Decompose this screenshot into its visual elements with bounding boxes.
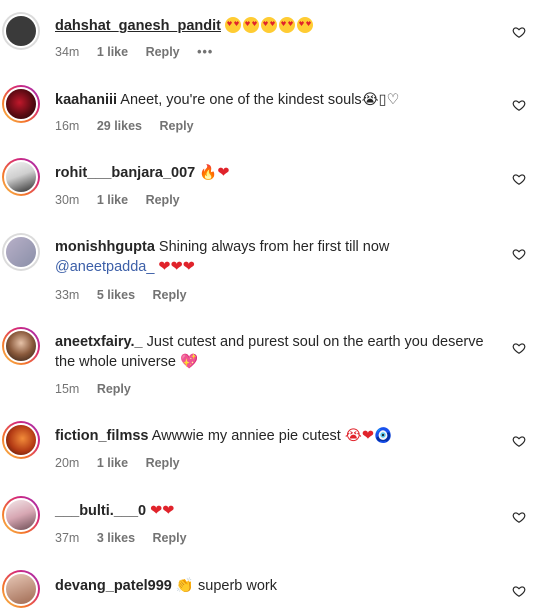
comment-text: Awwwie my anniee pie cutest <box>151 428 341 444</box>
comment-body: kaahaniii Aneet, you're one of the kinde… <box>55 90 490 110</box>
username[interactable]: ___bulti.___0 <box>55 503 146 519</box>
more-options-icon[interactable]: ••• <box>197 45 213 59</box>
comment-body: rohit___banjara_007 🔥❤ <box>55 163 490 183</box>
avatar[interactable] <box>2 421 40 459</box>
comment-meta: 16m 29 likes Reply <box>55 119 208 133</box>
likes-count[interactable]: 5 likes <box>97 288 135 302</box>
avatar[interactable] <box>2 570 40 608</box>
likes-count[interactable]: 3 likes <box>97 531 135 545</box>
comment-meta: 37m 3 likes Reply <box>55 531 201 545</box>
comment-meta: 33m 5 likes Reply <box>55 288 201 302</box>
comment-text: Shining always from her first till now <box>158 239 390 255</box>
heart-outline-icon[interactable] <box>512 510 526 524</box>
comment-meta: 15m Reply <box>55 382 145 396</box>
timestamp: 33m <box>55 288 80 302</box>
mention-link[interactable]: @aneetpadda_ <box>55 259 154 275</box>
emoji-text: ❤❤❤ <box>158 259 195 275</box>
reply-button[interactable]: Reply <box>159 119 193 133</box>
comment-body: fiction_filmss Awwwie my anniee pie cute… <box>55 426 490 446</box>
timestamp: 20m <box>55 456 80 470</box>
likes-count[interactable]: 1 like <box>97 456 128 470</box>
heart-outline-icon[interactable] <box>512 25 526 39</box>
heart-outline-icon[interactable] <box>512 341 526 355</box>
avatar[interactable] <box>2 85 40 123</box>
avatar[interactable] <box>2 496 40 534</box>
comment-meta: 20m 1 like Reply <box>55 456 194 470</box>
likes-count[interactable]: 1 like <box>97 193 128 207</box>
reply-button[interactable]: Reply <box>153 288 187 302</box>
emoji-text <box>225 17 315 34</box>
comment-meta: 30m 1 like Reply <box>55 193 194 207</box>
reply-button[interactable]: Reply <box>97 382 131 396</box>
comment-text: superb work <box>198 578 277 594</box>
likes-count[interactable]: 29 likes <box>97 119 142 133</box>
emoji-text: 😭▯♡ <box>361 92 400 108</box>
username[interactable]: dahshat_ganesh_pandit <box>55 18 221 34</box>
reply-button[interactable]: Reply <box>153 531 187 545</box>
heart-outline-icon[interactable] <box>512 584 526 598</box>
avatar[interactable] <box>2 12 40 50</box>
emoji-text: 💖 <box>179 354 199 370</box>
emoji-text: 👏 <box>175 578 194 594</box>
timestamp: 30m <box>55 193 80 207</box>
reply-button[interactable]: Reply <box>146 456 180 470</box>
username[interactable]: fiction_filmss <box>55 428 148 444</box>
emoji-text: 😭❤🧿 <box>344 428 393 444</box>
reply-button[interactable]: Reply <box>146 45 180 59</box>
timestamp: 34m <box>55 45 80 59</box>
avatar[interactable] <box>2 158 40 196</box>
username[interactable]: kaahaniii <box>55 92 117 108</box>
avatar[interactable] <box>2 327 40 365</box>
emoji-text: 🔥❤ <box>199 165 230 181</box>
username[interactable]: devang_patel999 <box>55 578 172 594</box>
avatar[interactable] <box>2 233 40 271</box>
timestamp: 15m <box>55 382 80 396</box>
username[interactable]: aneetxfairy._ <box>55 334 143 350</box>
comment-body: ___bulti.___0 ❤❤ <box>55 501 490 521</box>
comment-body: dahshat_ganesh_pandit <box>55 16 490 36</box>
reply-button[interactable]: Reply <box>146 193 180 207</box>
heart-outline-icon[interactable] <box>512 247 526 261</box>
comment-body: monishhgupta Shining always from her fir… <box>55 237 490 277</box>
timestamp: 16m <box>55 119 80 133</box>
comment-meta: 34m 1 like Reply ••• <box>55 45 227 59</box>
username[interactable]: monishhgupta <box>55 239 155 255</box>
comment-text: Aneet, you're one of the kindest souls <box>120 92 362 108</box>
comment-body: aneetxfairy._ Just cutest and purest sou… <box>55 332 490 372</box>
heart-outline-icon[interactable] <box>512 172 526 186</box>
timestamp: 37m <box>55 531 80 545</box>
username[interactable]: rohit___banjara_007 <box>55 165 195 181</box>
heart-outline-icon[interactable] <box>512 98 526 112</box>
heart-outline-icon[interactable] <box>512 434 526 448</box>
comment-body: devang_patel999 👏 superb work <box>55 576 490 596</box>
emoji-text: ❤❤ <box>150 503 175 519</box>
likes-count[interactable]: 1 like <box>97 45 128 59</box>
